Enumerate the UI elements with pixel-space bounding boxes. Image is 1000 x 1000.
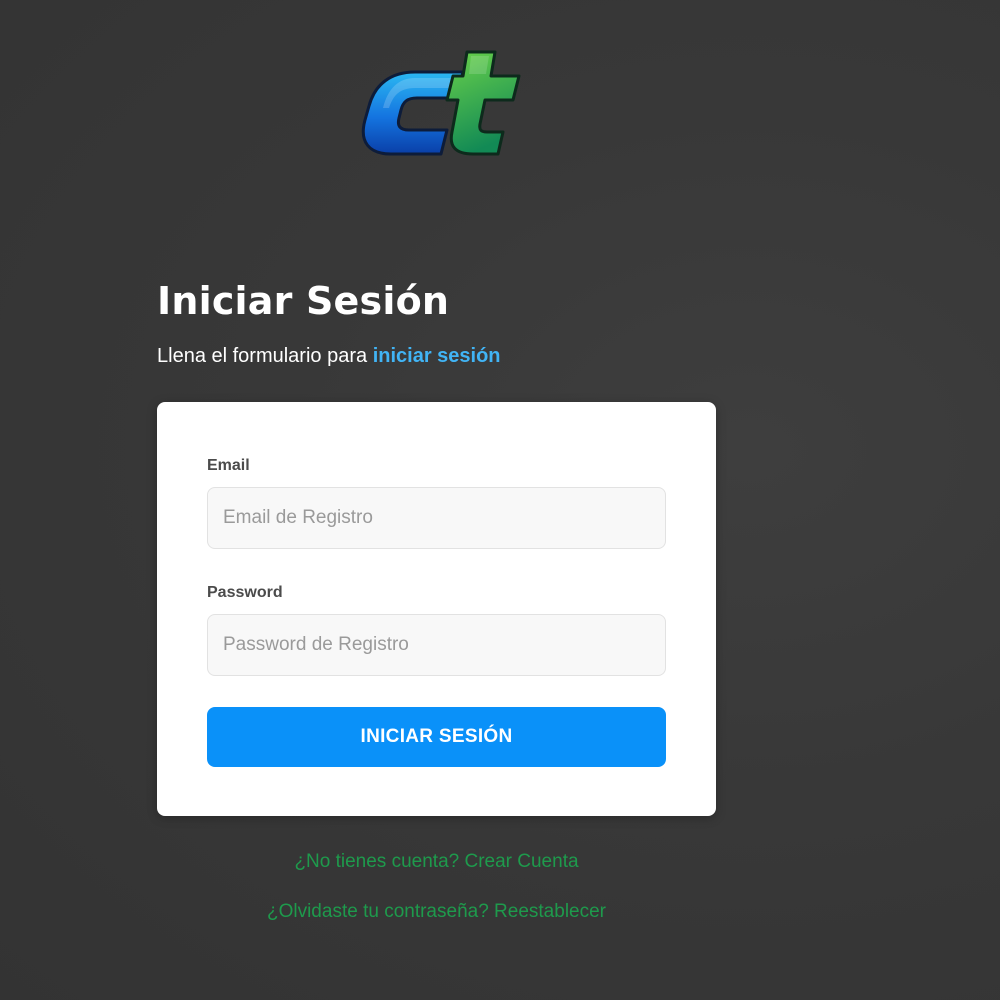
password-input[interactable] — [207, 614, 666, 676]
login-form: Email Password INICIAR SESIÓN — [157, 402, 716, 816]
subtitle-accent: iniciar sesión — [372, 345, 501, 367]
subtitle-text: Llena el formulario para — [157, 345, 373, 367]
ct-logo — [361, 50, 521, 156]
reset-password-link[interactable]: ¿Olvidaste tu contraseña? Reestablecer — [157, 899, 716, 925]
login-button[interactable]: INICIAR SESIÓN — [207, 707, 666, 767]
email-input[interactable] — [207, 487, 666, 549]
create-account-link[interactable]: ¿No tienes cuenta? Crear Cuenta — [157, 849, 716, 875]
page-subtitle: Llena el formulario para iniciar sesión — [157, 342, 501, 370]
email-label: Email — [207, 457, 250, 474]
page-title: Iniciar Sesión — [157, 279, 450, 323]
password-label: Password — [207, 584, 283, 601]
